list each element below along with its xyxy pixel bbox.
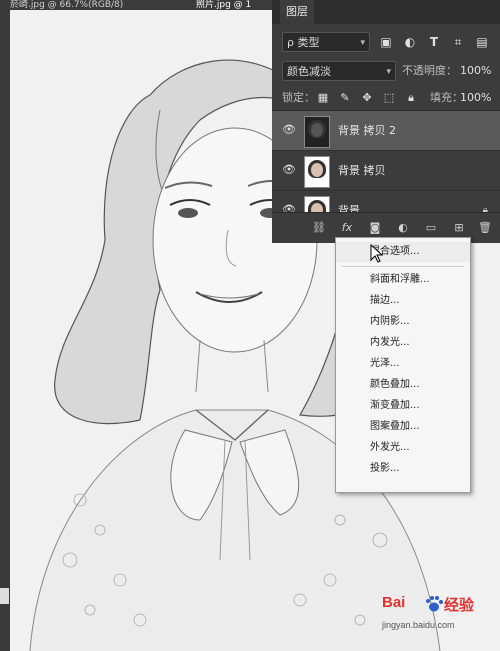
new-adjustment-icon[interactable]: ◐: [396, 221, 410, 235]
menu-item-stroke[interactable]: 描边...: [336, 291, 470, 311]
layer-style-menu: 混合选项... 斜面和浮雕... 描边... 内阴影... 内发光... 光泽.…: [335, 237, 471, 493]
menu-item-bevel-emboss[interactable]: 斜面和浮雕...: [336, 270, 470, 290]
menu-item-gradient-overlay[interactable]: 渐变叠加...: [336, 396, 470, 416]
filter-kind-select[interactable]: ρ 类型 ▾: [282, 32, 370, 52]
lock-artboard-icon[interactable]: ⬚: [382, 91, 396, 105]
chevron-down-icon: ▾: [386, 67, 391, 77]
layer-thumbnail: [304, 196, 330, 213]
menu-item-inner-shadow[interactable]: 内阴影...: [336, 312, 470, 332]
fx-icon[interactable]: fx: [340, 221, 354, 235]
eye-icon[interactable]: 👁︎: [282, 164, 296, 176]
menu-item-blending-options[interactable]: 混合选项...: [336, 242, 470, 262]
layer-row[interactable]: 👁︎ 背景 拷贝 2: [272, 110, 500, 151]
eye-icon[interactable]: 👁︎: [282, 124, 296, 136]
smart-object-filter-icon[interactable]: ▤: [476, 36, 488, 48]
lock-all-icon[interactable]: 🔒︎: [404, 91, 418, 105]
watermark-text-suffix: 经验: [444, 597, 475, 614]
filter-kind-label: ρ 类型: [287, 36, 320, 49]
menu-separator: [342, 266, 464, 267]
blend-mode-select[interactable]: 颜色减淡 ▾: [282, 61, 396, 81]
adjustment-filter-icon[interactable]: ◐: [404, 36, 416, 48]
menu-item-color-overlay[interactable]: 颜色叠加...: [336, 375, 470, 395]
menu-item-pattern-overlay[interactable]: 图案叠加...: [336, 417, 470, 437]
shape-filter-icon[interactable]: ⌗: [452, 36, 464, 48]
layer-name[interactable]: 背景: [338, 191, 360, 213]
fill-label: 填充：: [430, 91, 463, 104]
chevron-down-icon: ▾: [360, 38, 365, 48]
menu-item-satin[interactable]: 光泽...: [336, 354, 470, 374]
layer-name[interactable]: 背景 拷贝: [338, 151, 386, 191]
layer-row[interactable]: 👁︎ 背景 🔒︎: [272, 190, 500, 213]
baidu-jingyan-watermark: Bai 经验 jingyan.baidu.com: [382, 594, 498, 634]
fill-input[interactable]: 100%: [460, 88, 498, 108]
watermark-text-prefix: Bai: [382, 594, 406, 611]
tab-layers[interactable]: 图层: [280, 0, 314, 24]
menu-item-drop-shadow[interactable]: 投影...: [336, 459, 470, 479]
lock-pixels-icon[interactable]: ✎: [338, 91, 352, 105]
tools-strip: [0, 0, 10, 651]
menu-item-outer-glow[interactable]: 外发光...: [336, 438, 470, 458]
blend-mode-value: 颜色减淡: [287, 65, 331, 78]
type-filter-icon[interactable]: T: [428, 36, 440, 48]
layer-row[interactable]: 👁︎ 背景 拷贝: [272, 150, 500, 191]
watermark-url: jingyan.baidu.com: [382, 620, 455, 630]
baidu-paw-logo: [426, 596, 443, 612]
document-tab-bar: 菸崎.jpg @ 66.7%(RGB/8) 照片.jpg @ 1: [10, 0, 278, 10]
scrollbar-thumb[interactable]: [0, 588, 9, 604]
add-mask-icon[interactable]: ◙: [368, 221, 382, 235]
panel-tab-bar: 图层: [272, 0, 500, 24]
link-layers-icon[interactable]: ⛓: [312, 221, 326, 235]
new-group-icon[interactable]: ▭: [424, 221, 438, 235]
layers-panel: 图层 ρ 类型 ▾ ▣ ◐ T ⌗ ▤ 颜色减淡 ▾ 不透明度： 100% 锁定…: [272, 0, 500, 243]
layer-thumbnail: [304, 116, 330, 148]
document-tab[interactable]: 菸崎.jpg @ 66.7%(RGB/8): [10, 0, 170, 10]
delete-layer-icon[interactable]: 🗑︎: [478, 221, 492, 235]
opacity-input[interactable]: 100%: [460, 61, 498, 81]
lock-label: 锁定：: [282, 91, 315, 104]
lock-position-icon[interactable]: ✥: [360, 91, 374, 105]
layer-thumbnail: [304, 156, 330, 188]
image-filter-icon[interactable]: ▣: [380, 36, 392, 48]
document-tab-active[interactable]: 照片.jpg @ 1: [196, 0, 278, 10]
mouse-cursor-icon: [370, 244, 384, 263]
layer-name[interactable]: 背景 拷贝 2: [338, 111, 396, 151]
opacity-label: 不透明度：: [402, 64, 457, 77]
lock-transparency-icon[interactable]: ▦: [316, 91, 330, 105]
menu-item-inner-glow[interactable]: 内发光...: [336, 333, 470, 353]
new-layer-icon[interactable]: ⊞: [452, 221, 466, 235]
